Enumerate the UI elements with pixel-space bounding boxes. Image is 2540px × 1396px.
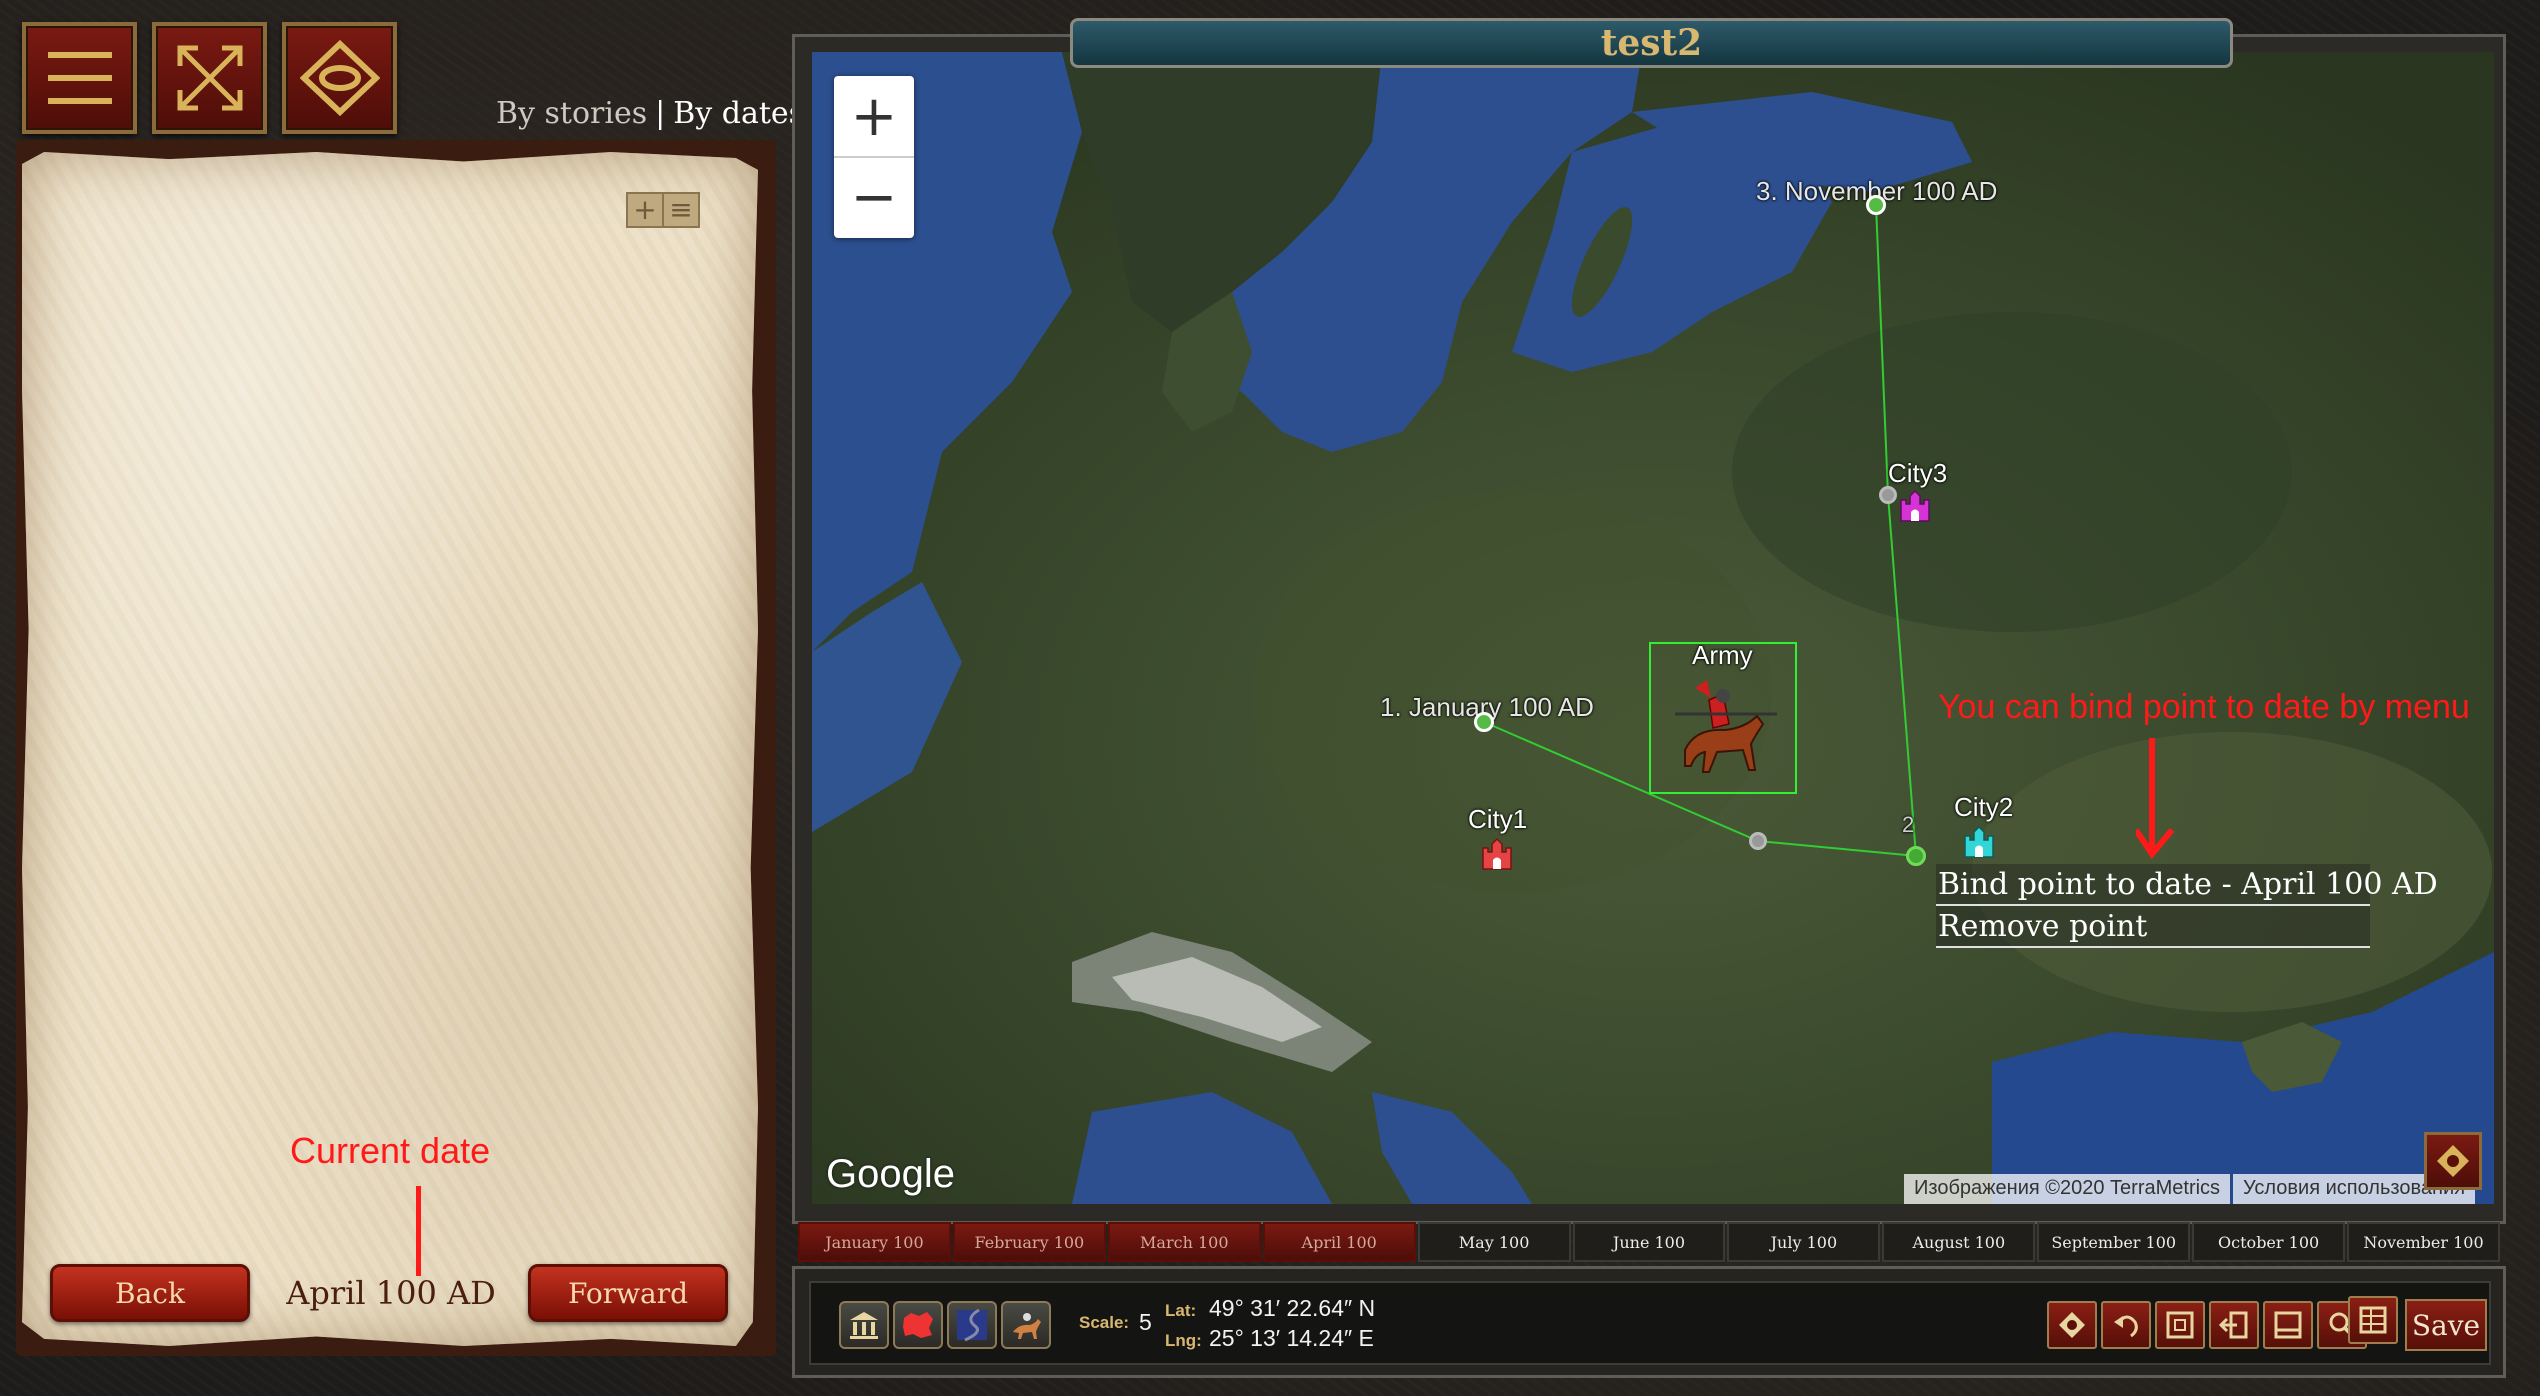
timeline-month[interactable]: July 100 — [1727, 1222, 1881, 1262]
fullscreen-expand-icon — [177, 45, 242, 111]
territory-layer-button[interactable] — [893, 1301, 943, 1349]
timeline-month[interactable]: October 100 — [2192, 1222, 2346, 1262]
bind-point-annotation: You can bind point to date by menu — [1938, 688, 2470, 726]
settings-button[interactable] — [2047, 1301, 2097, 1349]
back-button[interactable]: Back — [50, 1264, 250, 1322]
buildings-layer-button[interactable] — [839, 1301, 889, 1349]
timeline-month[interactable]: May 100 — [1417, 1222, 1571, 1262]
diamond-compass-icon — [299, 39, 380, 117]
scale-label: Scale: — [1079, 1313, 1130, 1332]
cavalry-icon — [1675, 680, 1777, 773]
territory-layer-icon — [903, 1312, 933, 1338]
army-layer-button[interactable] — [1001, 1301, 1051, 1349]
settings-icon — [2437, 1145, 2469, 1177]
fullscreen-button[interactable] — [152, 22, 267, 134]
imagery-attribution: Изображения ©2020 TerraMetrics — [1904, 1174, 2231, 1204]
city-castle-icon[interactable] — [1480, 836, 1514, 870]
bottom-toolbar: Scale: 5 Lat: 49° 31′ 22.64″ N Lng: 25° … — [792, 1266, 2506, 1378]
exit-button[interactable] — [2209, 1301, 2259, 1349]
timeline-month[interactable]: September 100 — [2037, 1222, 2191, 1262]
rivers-layer-icon — [957, 1308, 987, 1342]
lat-value: 49° 31′ 22.64″ N — [1209, 1295, 1376, 1321]
zoom-control: + − — [834, 76, 914, 238]
settings-icon — [2059, 1312, 2085, 1338]
remove-point-menu-item[interactable]: Remove point — [1936, 906, 2370, 948]
waypoint-marker[interactable] — [1906, 846, 1926, 866]
lat-label: Lat: — [1165, 1301, 1197, 1320]
city-label: City3 — [1888, 458, 1948, 488]
timeline-month[interactable]: April 100 — [1262, 1222, 1416, 1262]
zoom-in-button[interactable]: + — [834, 76, 914, 156]
save-button[interactable]: Save — [2405, 1299, 2487, 1351]
bind-point-menu-item[interactable]: Bind point to date - April 100 AD — [1936, 864, 2438, 906]
scale-value: 5 — [1139, 1309, 1152, 1335]
toolbar-inner: Scale: 5 Lat: 49° 31′ 22.64″ N Lng: 25° … — [809, 1281, 2491, 1365]
forward-button[interactable]: Forward — [528, 1264, 728, 1322]
current-date: April 100 AD — [286, 1274, 496, 1312]
map-attribution: Изображения ©2020 TerraMetrics Условия и… — [1904, 1174, 2476, 1204]
zoom-out-button[interactable]: − — [834, 156, 914, 236]
menu-button[interactable] — [22, 22, 137, 134]
annotation-arrow — [2136, 738, 2175, 860]
list-stories-button[interactable]: ≡ — [662, 194, 698, 226]
route-path — [1483, 204, 1918, 858]
timeline-month[interactable]: November 100 — [2347, 1222, 2500, 1262]
google-logo: Google — [826, 1152, 955, 1196]
frame-button[interactable] — [2155, 1301, 2205, 1349]
waypoint-marker[interactable] — [1866, 195, 1886, 215]
table-button[interactable] — [2348, 1296, 2398, 1344]
view-switch: By stories | By dates — [496, 96, 804, 131]
compass-button[interactable] — [282, 22, 397, 134]
lng-value: 25° 13′ 14.24″ E — [1209, 1325, 1374, 1351]
timeline: January 100 February 100 March 100 April… — [798, 1222, 2500, 1262]
frame-icon — [2166, 1311, 2194, 1339]
map-canvas[interactable]: + − 1. January 100 AD 3. November 100 AD… — [812, 52, 2494, 1204]
army-unit[interactable] — [1649, 642, 1797, 794]
view-separator: | — [655, 96, 666, 131]
hamburger-menu-icon — [47, 52, 112, 104]
current-date-annotation-line — [416, 1186, 421, 1276]
panel-tools: + ≡ — [626, 192, 700, 228]
table-icon — [2359, 1306, 2387, 1334]
current-date-annotation: Current date — [290, 1130, 491, 1171]
waypoint-midpoint[interactable] — [1749, 832, 1767, 850]
layout-icon — [2274, 1311, 2302, 1339]
timeline-month[interactable]: August 100 — [1882, 1222, 2036, 1262]
rivers-layer-button[interactable] — [947, 1301, 997, 1349]
city-label: City2 — [1954, 792, 2014, 822]
add-story-button[interactable]: + — [628, 194, 662, 226]
point-context-menu: Bind point to date - April 100 AD Remove… — [1936, 864, 2438, 948]
view-by-stories-link[interactable]: By stories — [496, 96, 647, 131]
waypoint-marker[interactable] — [1474, 712, 1494, 732]
timeline-month[interactable]: February 100 — [952, 1222, 1106, 1262]
city-castle-icon[interactable] — [1962, 824, 1996, 858]
city-label: City1 — [1468, 804, 1528, 834]
view-by-dates-link[interactable]: By dates — [673, 96, 804, 131]
timeline-month[interactable]: January 100 — [798, 1222, 951, 1262]
exit-icon — [2219, 1311, 2248, 1339]
army-layer-icon — [1013, 1313, 1041, 1339]
undo-button[interactable] — [2101, 1301, 2151, 1349]
map-title: test2 — [1070, 18, 2233, 68]
map-settings-button[interactable] — [2424, 1132, 2482, 1190]
buildings-layer-icon — [850, 1312, 878, 1339]
timeline-month[interactable]: June 100 — [1572, 1222, 1726, 1262]
waypoint-label: 2 — [1902, 812, 1915, 837]
city-castle-icon[interactable] — [1898, 488, 1932, 522]
timeline-month[interactable]: March 100 — [1107, 1222, 1261, 1262]
undo-icon — [2114, 1315, 2138, 1338]
lng-label: Lng: — [1165, 1331, 1202, 1350]
layout-button[interactable] — [2263, 1301, 2313, 1349]
